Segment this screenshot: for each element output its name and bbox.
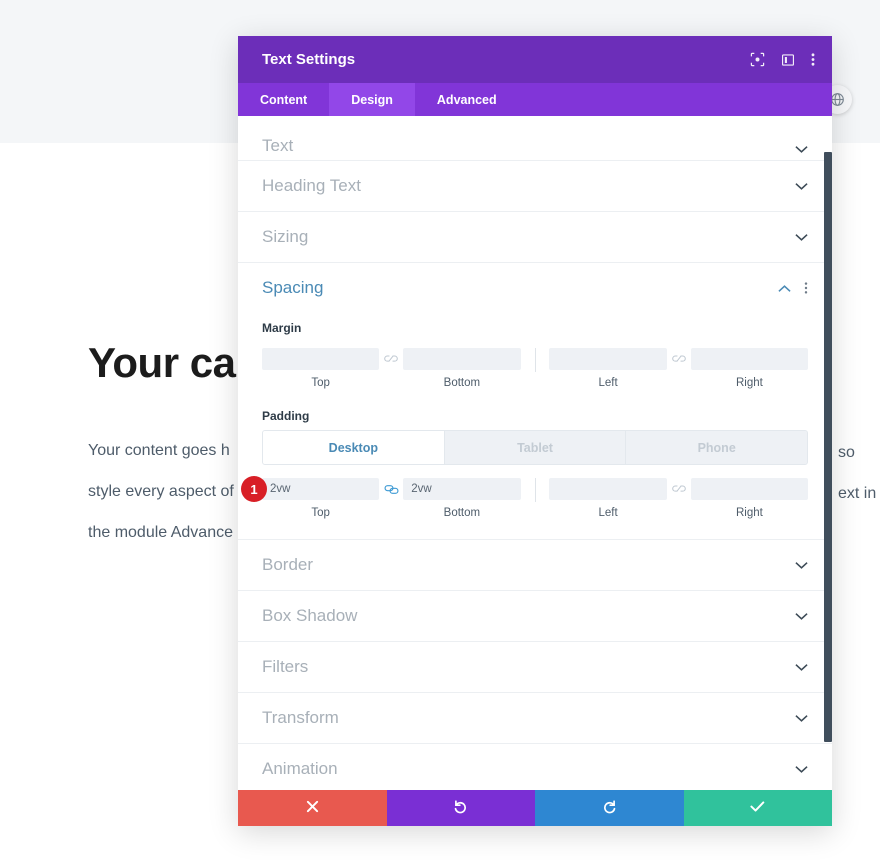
padding-bottom-caption: Bottom xyxy=(443,507,481,519)
modal-scrollbar[interactable] xyxy=(823,116,832,790)
section-toggle-filters[interactable]: Filters xyxy=(238,642,832,693)
margin-right-field: Right xyxy=(690,348,809,389)
focus-icon[interactable] xyxy=(750,52,765,67)
settings-scroll-area: Text Heading Text Sizing Spacing Margin … xyxy=(238,116,832,790)
undo-button[interactable] xyxy=(386,790,535,826)
spacing-divider xyxy=(534,348,536,372)
section-label: Transform xyxy=(262,708,339,727)
padding-top-input[interactable] xyxy=(262,478,380,500)
section-toggle-text[interactable]: Text xyxy=(238,116,832,161)
margin-top-field: Top xyxy=(262,348,380,389)
section-label: Text xyxy=(262,136,294,155)
cancel-button[interactable] xyxy=(238,790,387,826)
layout-panel-icon[interactable] xyxy=(781,53,795,67)
section-toggle-border[interactable]: Border xyxy=(238,540,832,591)
device-tab-phone[interactable]: Phone xyxy=(626,431,807,464)
margin-bottom-input[interactable] xyxy=(403,348,521,370)
link-toggle-icon[interactable] xyxy=(379,348,403,370)
section-toggle-heading-text[interactable]: Heading Text xyxy=(238,161,832,212)
chevron-down-icon xyxy=(795,561,808,570)
chevron-down-icon xyxy=(795,145,808,154)
page-text-fragment: so xyxy=(838,444,855,461)
section-spacing-header[interactable]: Spacing xyxy=(262,263,808,313)
margin-right-input[interactable] xyxy=(690,348,809,370)
modal-title: Text Settings xyxy=(262,51,356,68)
padding-top-caption: Top xyxy=(311,507,330,519)
padding-top-field: Top xyxy=(262,478,380,519)
scrollbar-thumb[interactable] xyxy=(824,152,832,742)
margin-inputs-row: Top Bottom Left Right xyxy=(262,348,809,389)
modal-body: Text Heading Text Sizing Spacing Margin … xyxy=(238,116,832,790)
margin-right-caption: Right xyxy=(735,377,763,389)
section-label: Border xyxy=(262,555,314,574)
padding-bottom-field: Bottom xyxy=(403,478,521,519)
section-label: Filters xyxy=(262,657,309,676)
padding-right-input[interactable] xyxy=(690,478,809,500)
chevron-down-icon xyxy=(795,765,808,774)
margin-label: Margin xyxy=(262,321,302,335)
chevron-down-icon xyxy=(795,233,808,242)
chevron-down-icon xyxy=(795,182,808,191)
save-button[interactable] xyxy=(683,790,832,826)
padding-inputs-row: 1 Top xyxy=(241,476,809,519)
redo-icon xyxy=(602,799,617,818)
margin-top-caption: Top xyxy=(311,377,330,389)
margin-left-caption: Left xyxy=(598,377,618,389)
tab-content[interactable]: Content xyxy=(238,83,329,116)
section-label: Box Shadow xyxy=(262,606,358,625)
modal-header-actions xyxy=(750,52,815,67)
padding-left-caption: Left xyxy=(598,507,618,519)
margin-bottom-field: Bottom xyxy=(403,348,521,389)
undo-icon xyxy=(453,799,468,818)
chevron-down-icon xyxy=(795,612,808,621)
section-toggle-box-shadow[interactable]: Box Shadow xyxy=(238,591,832,642)
tab-advanced[interactable]: Advanced xyxy=(415,83,519,116)
chevron-up-icon[interactable] xyxy=(778,284,791,293)
padding-horizontal-group: Left Right xyxy=(549,478,809,519)
padding-vertical-group: Top Bottom xyxy=(262,478,521,519)
tab-design[interactable]: Design xyxy=(329,83,415,116)
margin-left-field: Left xyxy=(549,348,667,389)
close-icon xyxy=(306,800,319,817)
section-toggle-animation[interactable]: Animation xyxy=(238,744,832,790)
padding-bottom-input[interactable] xyxy=(403,478,521,500)
chevron-down-icon xyxy=(795,663,808,672)
margin-vertical-group: Top Bottom xyxy=(262,348,521,389)
section-label: Spacing xyxy=(262,278,324,297)
kebab-menu-icon[interactable] xyxy=(811,52,815,67)
check-icon xyxy=(750,800,765,817)
padding-right-field: Right xyxy=(690,478,809,519)
device-tab-tablet[interactable]: Tablet xyxy=(444,431,627,464)
device-tab-desktop[interactable]: Desktop xyxy=(263,431,445,464)
link-toggle-icon[interactable] xyxy=(667,478,691,500)
section-label: Sizing xyxy=(262,227,309,246)
padding-label: Padding xyxy=(262,409,310,423)
section-label: Heading Text xyxy=(262,176,361,195)
padding-device-switcher: Desktop Tablet Phone xyxy=(262,430,808,465)
redo-button[interactable] xyxy=(535,790,684,826)
section-label: Animation xyxy=(262,759,338,778)
margin-left-input[interactable] xyxy=(549,348,667,370)
section-spacing: Spacing Margin Top Bottom Left Right Pad… xyxy=(238,263,832,540)
spacing-divider xyxy=(534,478,536,502)
link-toggle-icon[interactable] xyxy=(379,478,403,500)
link-toggle-icon[interactable] xyxy=(667,348,691,370)
padding-left-input[interactable] xyxy=(549,478,667,500)
page-text-fragment: ext in xyxy=(838,485,877,502)
margin-horizontal-group: Left Right xyxy=(549,348,809,389)
section-toggle-transform[interactable]: Transform xyxy=(238,693,832,744)
section-toggle-sizing[interactable]: Sizing xyxy=(238,212,832,263)
margin-bottom-caption: Bottom xyxy=(443,377,481,389)
modal-footer xyxy=(238,790,832,826)
chevron-down-icon xyxy=(795,714,808,723)
padding-left-field: Left xyxy=(549,478,667,519)
annotation-badge-1: 1 xyxy=(241,476,267,502)
modal-tab-bar: Content Design Advanced xyxy=(238,83,832,116)
text-settings-modal: Text Settings Content Design Advanced Te… xyxy=(238,36,832,826)
margin-top-input[interactable] xyxy=(262,348,380,370)
kebab-menu-icon[interactable] xyxy=(804,281,808,295)
modal-header: Text Settings xyxy=(238,36,832,83)
padding-right-caption: Right xyxy=(735,507,763,519)
